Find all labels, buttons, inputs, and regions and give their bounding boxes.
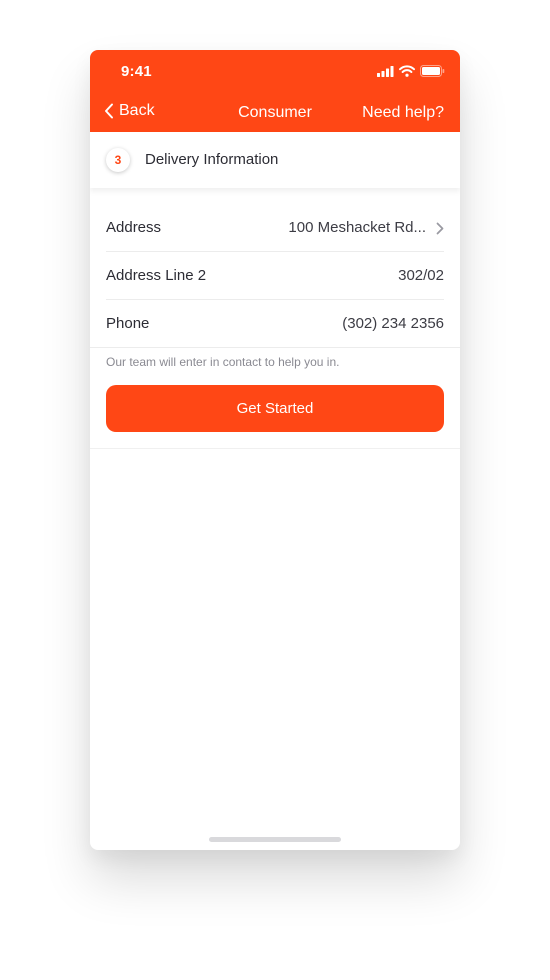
- home-indicator: [209, 837, 341, 842]
- signal-icon: [377, 65, 394, 77]
- address-line-2-label: Address Line 2: [106, 267, 207, 284]
- address-value: 100 Meshacket Rd...: [288, 219, 426, 236]
- phone-screen: 9:41 Back Consumer Need help? 3 Delivery…: [90, 50, 460, 850]
- phone-value: (302) 234 2356: [342, 315, 444, 332]
- section-divider: [90, 448, 460, 449]
- navigation-bar: Back Consumer Need help?: [90, 94, 460, 132]
- need-help-link[interactable]: Need help?: [362, 104, 444, 122]
- helper-text: Our team will enter in contact to help y…: [106, 355, 340, 369]
- phone-label: Phone: [106, 315, 150, 332]
- address-label: Address: [106, 219, 162, 236]
- address-line-2-value: 302/02: [398, 267, 444, 284]
- chevron-right-icon: [436, 222, 444, 235]
- step-header: 3 Delivery Information: [90, 132, 460, 188]
- step-title: Delivery Information: [145, 151, 279, 168]
- wifi-icon: [399, 65, 415, 77]
- status-time: 9:41: [121, 63, 152, 80]
- canvas: 9:41 Back Consumer Need help? 3 Delivery…: [0, 0, 550, 980]
- step-number-badge: 3: [106, 148, 130, 172]
- address-row[interactable]: Address 100 Meshacket Rd...: [106, 204, 444, 252]
- battery-icon: [420, 65, 445, 77]
- app-header: 9:41 Back Consumer Need help?: [90, 50, 460, 132]
- address-line-2-row[interactable]: Address Line 2 302/02: [106, 252, 444, 300]
- delivery-form: Address 100 Meshacket Rd... Address Line…: [90, 204, 460, 348]
- status-bar: 9:41: [90, 50, 460, 94]
- phone-row[interactable]: Phone (302) 234 2356: [90, 300, 460, 348]
- get-started-button[interactable]: Get Started: [106, 385, 444, 432]
- status-icons: [377, 65, 445, 77]
